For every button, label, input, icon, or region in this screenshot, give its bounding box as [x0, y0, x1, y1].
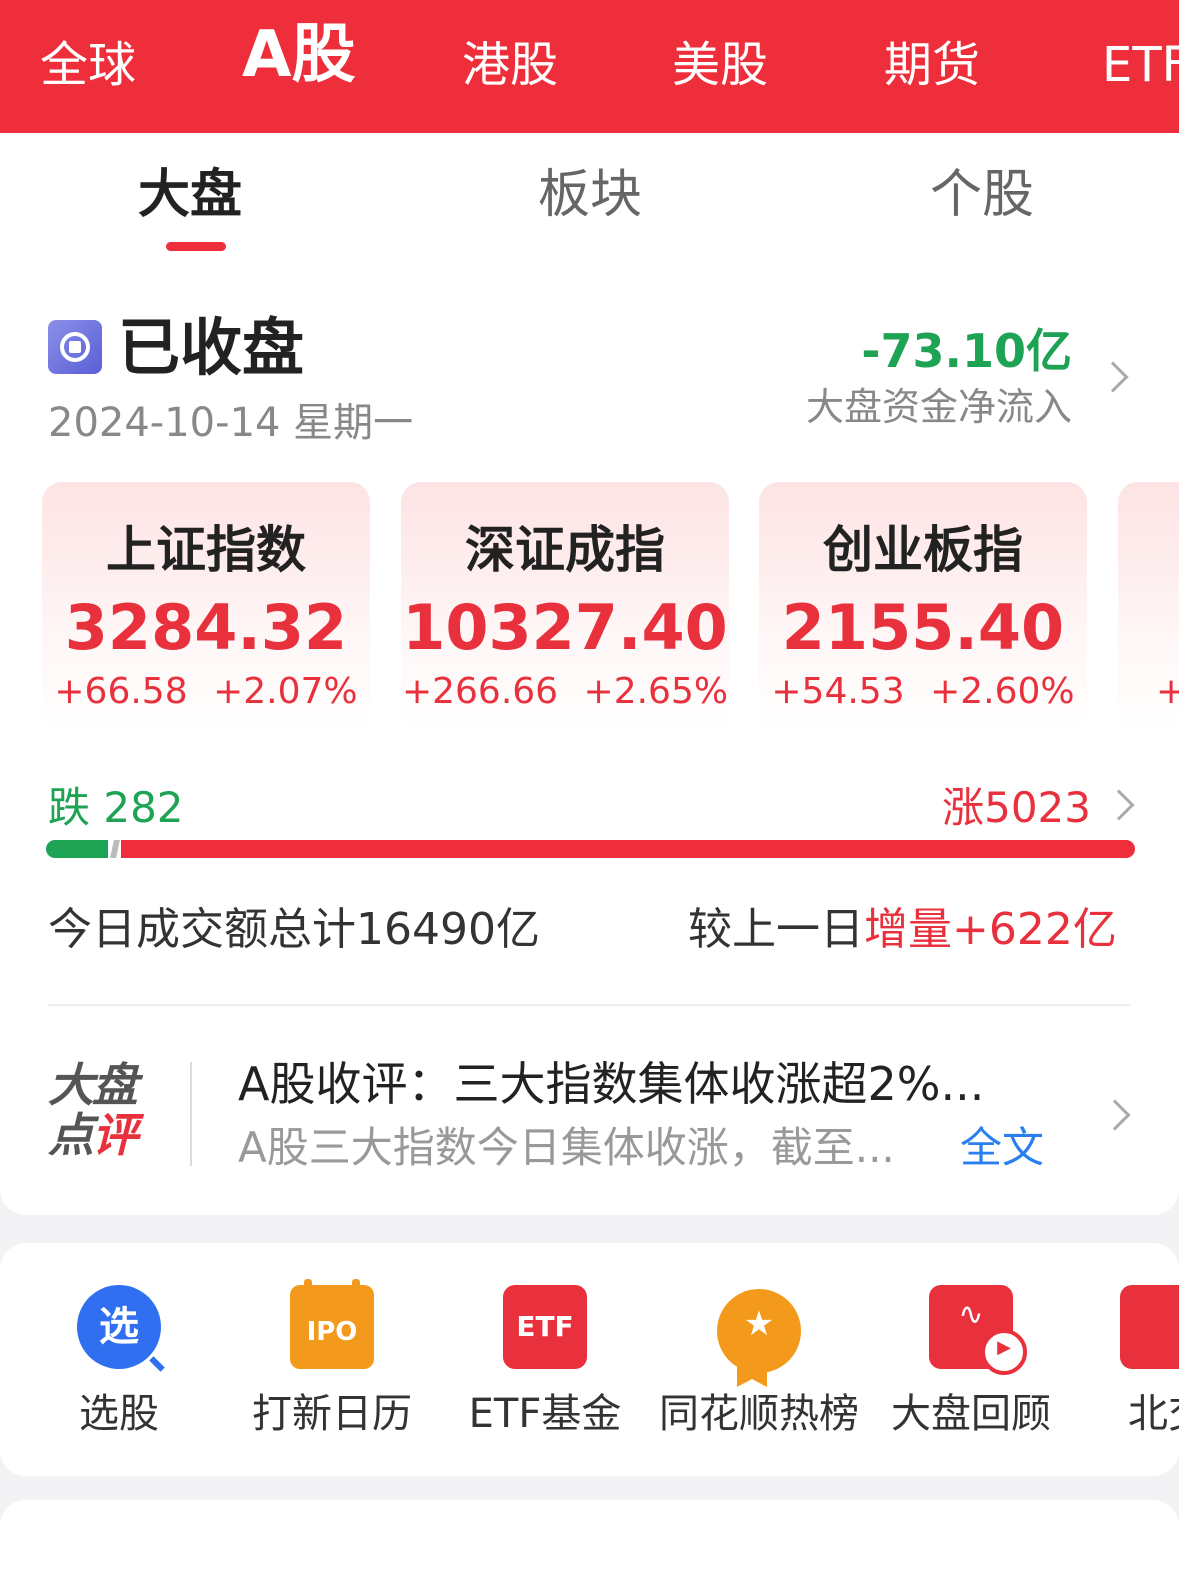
divider [48, 1004, 1130, 1006]
market-replay-icon: ∿ [929, 1285, 1027, 1375]
tab-stocks[interactable]: 个股 [930, 160, 1034, 230]
market-status: 已收盘 [118, 311, 305, 384]
partial-tool-icon [1120, 1285, 1179, 1369]
falling-count: 跌 282 [48, 783, 184, 832]
tab-global[interactable]: 全球 [40, 30, 136, 100]
tab-hk-stocks[interactable]: 港股 [462, 30, 558, 100]
trading-date: 2024-10-14 星期一 [48, 400, 414, 446]
rising-count[interactable]: 涨5023 [942, 780, 1091, 836]
etf-icon: ETF [503, 1285, 587, 1369]
read-full-link[interactable]: 全文 [960, 1120, 1044, 1176]
index-name: 上证指数 [106, 521, 306, 579]
tab-market[interactable]: 大盘 [138, 160, 242, 230]
index-value: 2155.40 [781, 591, 1065, 664]
divider [190, 1062, 192, 1166]
tool-ipo-calendar[interactable]: IPO 打新日历 [227, 1279, 437, 1441]
tool-partial[interactable]: 北交 [1104, 1285, 1179, 1441]
tool-label: 选股 [79, 1391, 159, 1437]
tool-label: 北交 [1128, 1391, 1179, 1437]
next-card [0, 1500, 1179, 1572]
index-change: +54.53 +2.60% [771, 671, 1075, 712]
review-summary[interactable]: A股三大指数今日集体收涨，截至... [238, 1120, 895, 1176]
tool-label: 打新日历 [252, 1391, 412, 1437]
tool-label: 大盘回顾 [891, 1391, 1051, 1437]
breadth-bar-rising [121, 840, 1135, 858]
market-review-logo: 大盘 点评 [48, 1058, 138, 1162]
tool-market-replay[interactable]: ∿ 大盘回顾 [866, 1285, 1076, 1441]
tool-stock-picker[interactable]: 选 选股 [14, 1285, 224, 1441]
index-change: +266.66 +2.65% [401, 671, 729, 712]
index-change: +66.58 +2.07% [54, 671, 358, 712]
ipo-calendar-icon: IPO [290, 1279, 374, 1369]
tool-etf-funds[interactable]: ETF ETF基金 [440, 1285, 650, 1441]
hot-list-badge-icon: ★ [717, 1289, 801, 1373]
net-flow-label[interactable]: 大盘资金净流入 [806, 382, 1072, 432]
index-card-chinext[interactable]: 创业板指 2155.40 +54.53 +2.60% [759, 482, 1087, 732]
tool-label: 同花顺热榜 [659, 1391, 859, 1437]
tool-hot-list[interactable]: ★ 同花顺热榜 [654, 1285, 864, 1441]
net-flow-value[interactable]: -73.10亿 [861, 322, 1072, 380]
turnover-total: 今日成交额总计16490亿 [48, 904, 540, 955]
tab-a-shares[interactable]: A股 [242, 20, 356, 90]
index-card-shenzhen[interactable]: 深证成指 10327.40 +266.66 +2.65% [401, 482, 729, 732]
tab-us-stocks[interactable]: 美股 [672, 30, 768, 100]
index-card-shanghai[interactable]: 上证指数 3284.32 +66.58 +2.07% [42, 482, 370, 732]
turnover-compare: 较上一日增量+622亿 [688, 904, 1117, 955]
breadth-bar-falling [46, 840, 108, 858]
tool-label: ETF基金 [468, 1391, 622, 1437]
market-tab-bar: 全球 A股 港股 美股 期货 ETF [0, 0, 1179, 133]
index-value: 3284.32 [64, 591, 348, 664]
tab-etf[interactable]: ETF [1102, 30, 1179, 100]
index-value: 10327.40 [402, 591, 728, 664]
active-tab-indicator [166, 242, 226, 251]
index-name: 创业板指 [823, 521, 1023, 579]
tab-futures[interactable]: 期货 [884, 30, 980, 100]
review-headline[interactable]: A股收评：三大指数集体收涨超2%... [238, 1054, 984, 1114]
market-closed-icon [48, 320, 102, 374]
tab-sectors[interactable]: 板块 [538, 160, 642, 230]
stock-picker-icon: 选 [77, 1285, 161, 1369]
index-name: 深证成指 [465, 521, 665, 579]
index-card-partial[interactable]: + [1118, 482, 1179, 732]
index-change: + [1156, 671, 1179, 712]
